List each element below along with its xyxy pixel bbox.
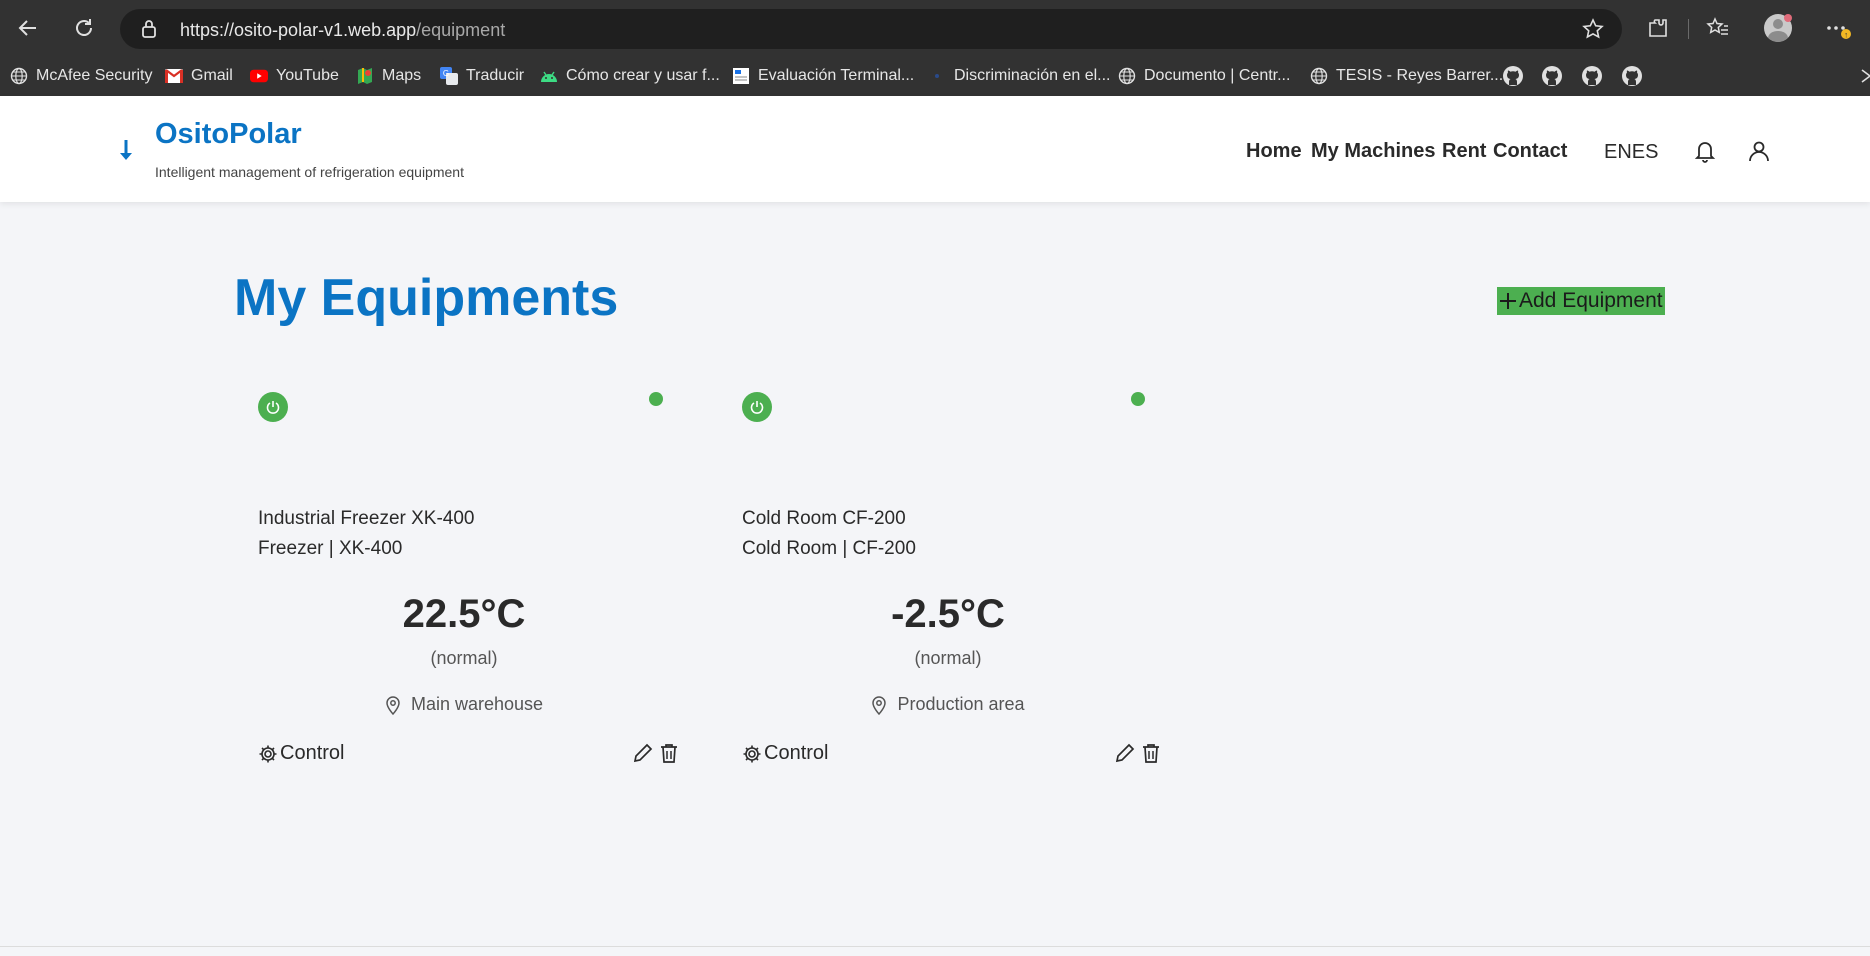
bookmarks-overflow-icon[interactable] (1860, 68, 1870, 84)
temperature-status: (normal) (914, 648, 982, 668)
temperature-value: -2.5°C (891, 592, 1005, 636)
bookmarks-bar: McAfee Security Gmail YouTube Maps G Tra… (0, 56, 1870, 96)
back-button[interactable] (12, 12, 44, 44)
brand-tagline: Intelligent management of refrigeration … (155, 164, 464, 180)
control-button[interactable]: Control (742, 742, 828, 765)
gmail-icon (165, 67, 183, 85)
page-title: My Equipments (234, 269, 619, 327)
github-icon[interactable] (1541, 65, 1563, 87)
status-indicator (1131, 392, 1145, 406)
gear-icon (743, 745, 761, 762)
bookmark-item[interactable]: Evaluación Terminal... (732, 65, 914, 87)
profile-avatar[interactable] (1762, 12, 1794, 44)
trash-icon[interactable] (658, 742, 680, 764)
back-arrow-icon (18, 20, 36, 36)
globe-icon (1310, 67, 1328, 85)
equipment-type-model: Cold Room | CF-200 (742, 538, 916, 559)
browser-toolbar: https://osito-polar-v1.web.app/equipment… (0, 0, 1870, 56)
brand-name[interactable]: OsitoPolar (155, 118, 302, 151)
power-toggle-button[interactable] (742, 392, 772, 422)
plus-icon (1500, 293, 1516, 309)
favorite-star-icon[interactable] (1582, 18, 1604, 45)
dot-icon (928, 67, 946, 85)
trash-icon[interactable] (1140, 742, 1162, 764)
bookmark-item[interactable]: Documento | Centr... (1118, 65, 1290, 87)
bookmark-item[interactable]: Maps (356, 65, 421, 87)
bookmark-item[interactable]: Cómo crear y usar f... (540, 65, 720, 87)
add-equipment-label: Add Equipment (1519, 289, 1663, 312)
svg-text:↑: ↑ (1844, 31, 1848, 40)
svg-text:G: G (443, 69, 449, 78)
nav-contact[interactable]: Contact (1493, 140, 1567, 163)
lock-icon (140, 19, 158, 44)
nav-my-machines[interactable]: My Machines (1311, 140, 1435, 163)
location-label: Main warehouse (410, 694, 544, 714)
bookmark-item[interactable]: Gmail (165, 65, 233, 87)
equipment-card: Industrial Freezer XK-400 Freezer | XK-4… (246, 380, 682, 780)
reload-button[interactable] (68, 12, 100, 44)
location: Main warehouse (246, 694, 682, 715)
gear-icon (259, 745, 277, 762)
toolbar-divider (1688, 19, 1689, 39)
youtube-icon (250, 67, 268, 85)
control-label: Control (280, 742, 345, 764)
temperature-value: 22.5°C (402, 592, 526, 636)
bookmark-item[interactable]: TESIS - Reyes Barrer... (1310, 65, 1503, 87)
equipment-type-model: Freezer | XK-400 (258, 538, 403, 559)
bookmark-item[interactable]: G Traducir (440, 65, 524, 87)
reload-icon (76, 19, 92, 36)
edit-pencil-icon[interactable] (632, 742, 654, 764)
github-icon[interactable] (1621, 65, 1643, 87)
extensions-icon[interactable] (1642, 12, 1674, 44)
user-icon[interactable] (1746, 138, 1772, 164)
language-switcher[interactable]: ENES (1604, 141, 1658, 164)
location-label: Production area (897, 694, 1025, 714)
footer-divider (0, 946, 1870, 947)
thermometer-icon (118, 138, 134, 170)
control-button[interactable]: Control (258, 742, 344, 765)
android-icon (540, 67, 558, 85)
url-text: https://osito-polar-v1.web.app/equipment (180, 20, 506, 40)
nav-home[interactable]: Home (1246, 140, 1302, 163)
maps-icon (356, 67, 374, 85)
temperature-status: (normal) (430, 648, 498, 668)
location: Production area (730, 694, 1166, 715)
more-options-icon[interactable]: ↑ (1822, 12, 1854, 44)
translate-icon: G (440, 67, 458, 85)
bookmark-item[interactable]: McAfee Security (10, 65, 152, 87)
equipment-name: Cold Room CF-200 (742, 508, 906, 529)
github-icon[interactable] (1581, 65, 1603, 87)
control-label: Control (764, 742, 829, 764)
bookmark-item[interactable]: YouTube (250, 65, 339, 87)
globe-icon (1118, 67, 1136, 85)
globe-icon (10, 67, 28, 85)
address-bar[interactable]: https://osito-polar-v1.web.app/equipment (120, 9, 1622, 49)
power-icon (750, 401, 764, 414)
nav-rent[interactable]: Rent (1442, 140, 1486, 163)
app-header: OsitoPolar Intelligent management of ref… (0, 96, 1870, 202)
favorites-icon[interactable] (1702, 12, 1734, 44)
equipment-card: Cold Room CF-200 Cold Room | CF-200 -2.5… (730, 380, 1166, 780)
edit-pencil-icon[interactable] (1114, 742, 1136, 764)
document-icon (732, 67, 750, 85)
location-pin-icon (872, 695, 887, 715)
location-pin-icon (386, 695, 400, 715)
power-toggle-button[interactable] (258, 392, 288, 422)
add-equipment-button[interactable]: Add Equipment (1497, 287, 1665, 315)
status-indicator (649, 392, 663, 406)
equipment-name: Industrial Freezer XK-400 (258, 508, 475, 529)
bookmark-item[interactable]: Discriminación en el... (928, 65, 1111, 87)
bell-icon[interactable] (1692, 138, 1718, 164)
power-icon (266, 401, 280, 414)
github-icon[interactable] (1502, 65, 1524, 87)
